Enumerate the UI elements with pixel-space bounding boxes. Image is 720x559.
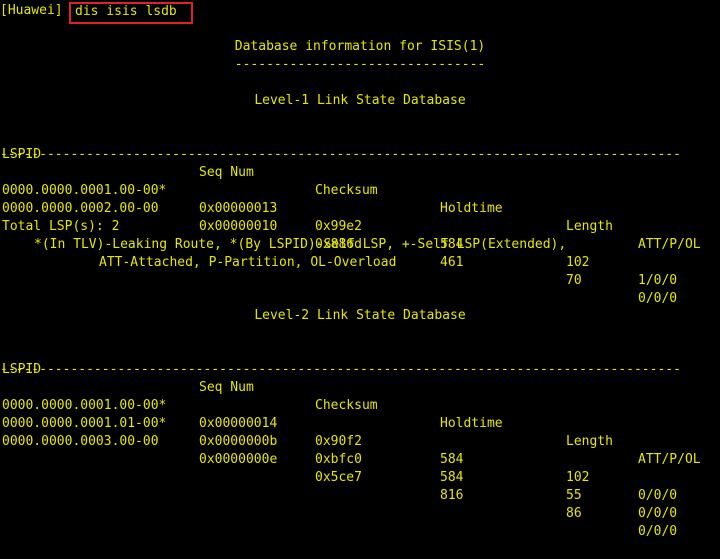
length-cell: 102 — [566, 470, 590, 485]
att-p-ol-cell: 0/0/0 — [638, 488, 678, 503]
level2-header-row: LSPID Seq Num Checksum Holdtime Length A… — [0, 343, 720, 467]
col-length: Length — [566, 434, 613, 449]
database-title-underline: -------------------------------- — [234, 57, 486, 72]
terminal-window[interactable]: [Huawei] dis isis lsdb Database informat… — [0, 0, 720, 539]
col-att-p-ol: ATT/P/OL — [638, 452, 701, 467]
database-title: Database information for ISIS(1) — [234, 39, 486, 54]
table-row: 0000.0000.0002.00-00 0x00000010 0x886d 4… — [0, 182, 720, 306]
seq-num-cell: 0x00000013 — [199, 201, 278, 216]
holdtime-cell: 584 — [440, 452, 464, 467]
holdtime-cell: 461 — [440, 255, 464, 270]
total-lsp: Total LSP(s): 2 — [2, 219, 120, 234]
seq-num-cell: 0x0000000b — [199, 434, 278, 449]
holdtime-cell: 816 — [440, 488, 464, 503]
length-cell: 70 — [566, 273, 582, 288]
checksum-cell: 0x5ce7 — [315, 470, 362, 485]
level2-separator: ----------------------------------------… — [0, 362, 681, 377]
level1-separator: ----------------------------------------… — [0, 147, 681, 162]
holdtime-cell: 584 — [440, 470, 464, 485]
length-cell: 102 — [566, 255, 590, 270]
legend-line-1: *(In TLV)-Leaking Route, *(By LSPID)-Sel… — [34, 237, 567, 252]
seq-num-cell: 0x0000000e — [199, 452, 278, 467]
checksum-cell: 0xbfc0 — [315, 452, 362, 467]
att-p-ol-cell: 0/0/0 — [638, 291, 678, 306]
seq-num-cell: 0x00000010 — [199, 219, 278, 234]
legend-line-2: ATT-Attached, P-Partition, OL-Overload — [99, 255, 397, 270]
length-cell: 86 — [566, 506, 582, 521]
level1-title: Level-1 Link State Database — [254, 93, 466, 108]
command-text: dis isis lsdb — [75, 4, 177, 19]
prompt: [Huawei] — [0, 3, 63, 18]
col-holdtime: Holdtime — [440, 201, 503, 216]
table-row: 0000.0000.0001.00-00* 0x00000014 0x90f2 … — [0, 379, 720, 503]
length-cell: 55 — [566, 488, 582, 503]
col-att-p-ol: ATT/P/OL — [638, 237, 701, 252]
table-row: 0000.0000.0003.00-00 0x0000000e 0x5ce7 8… — [0, 415, 720, 539]
lspid-cell: 0000.0000.0003.00-00 — [2, 434, 159, 449]
att-p-ol-cell: 1/0/0 — [638, 273, 678, 288]
att-p-ol-cell: 0/0/0 — [638, 524, 678, 539]
table-row: 0000.0000.0001.00-00* 0x00000013 0x99e2 … — [0, 164, 720, 288]
level1-header-row: LSPID Seq Num Checksum Holdtime Length A… — [0, 128, 720, 252]
lspid-cell: 0000.0000.0002.00-00 — [2, 201, 159, 216]
level2-title: Level-2 Link State Database — [254, 308, 466, 323]
table-row: 0000.0000.0001.01-00* 0x0000000b 0xbfc0 … — [0, 397, 720, 521]
col-length: Length — [566, 219, 613, 234]
checksum-cell: 0x90f2 — [315, 434, 362, 449]
att-p-ol-cell: 0/0/0 — [638, 506, 678, 521]
checksum-cell: 0x99e2 — [315, 219, 362, 234]
